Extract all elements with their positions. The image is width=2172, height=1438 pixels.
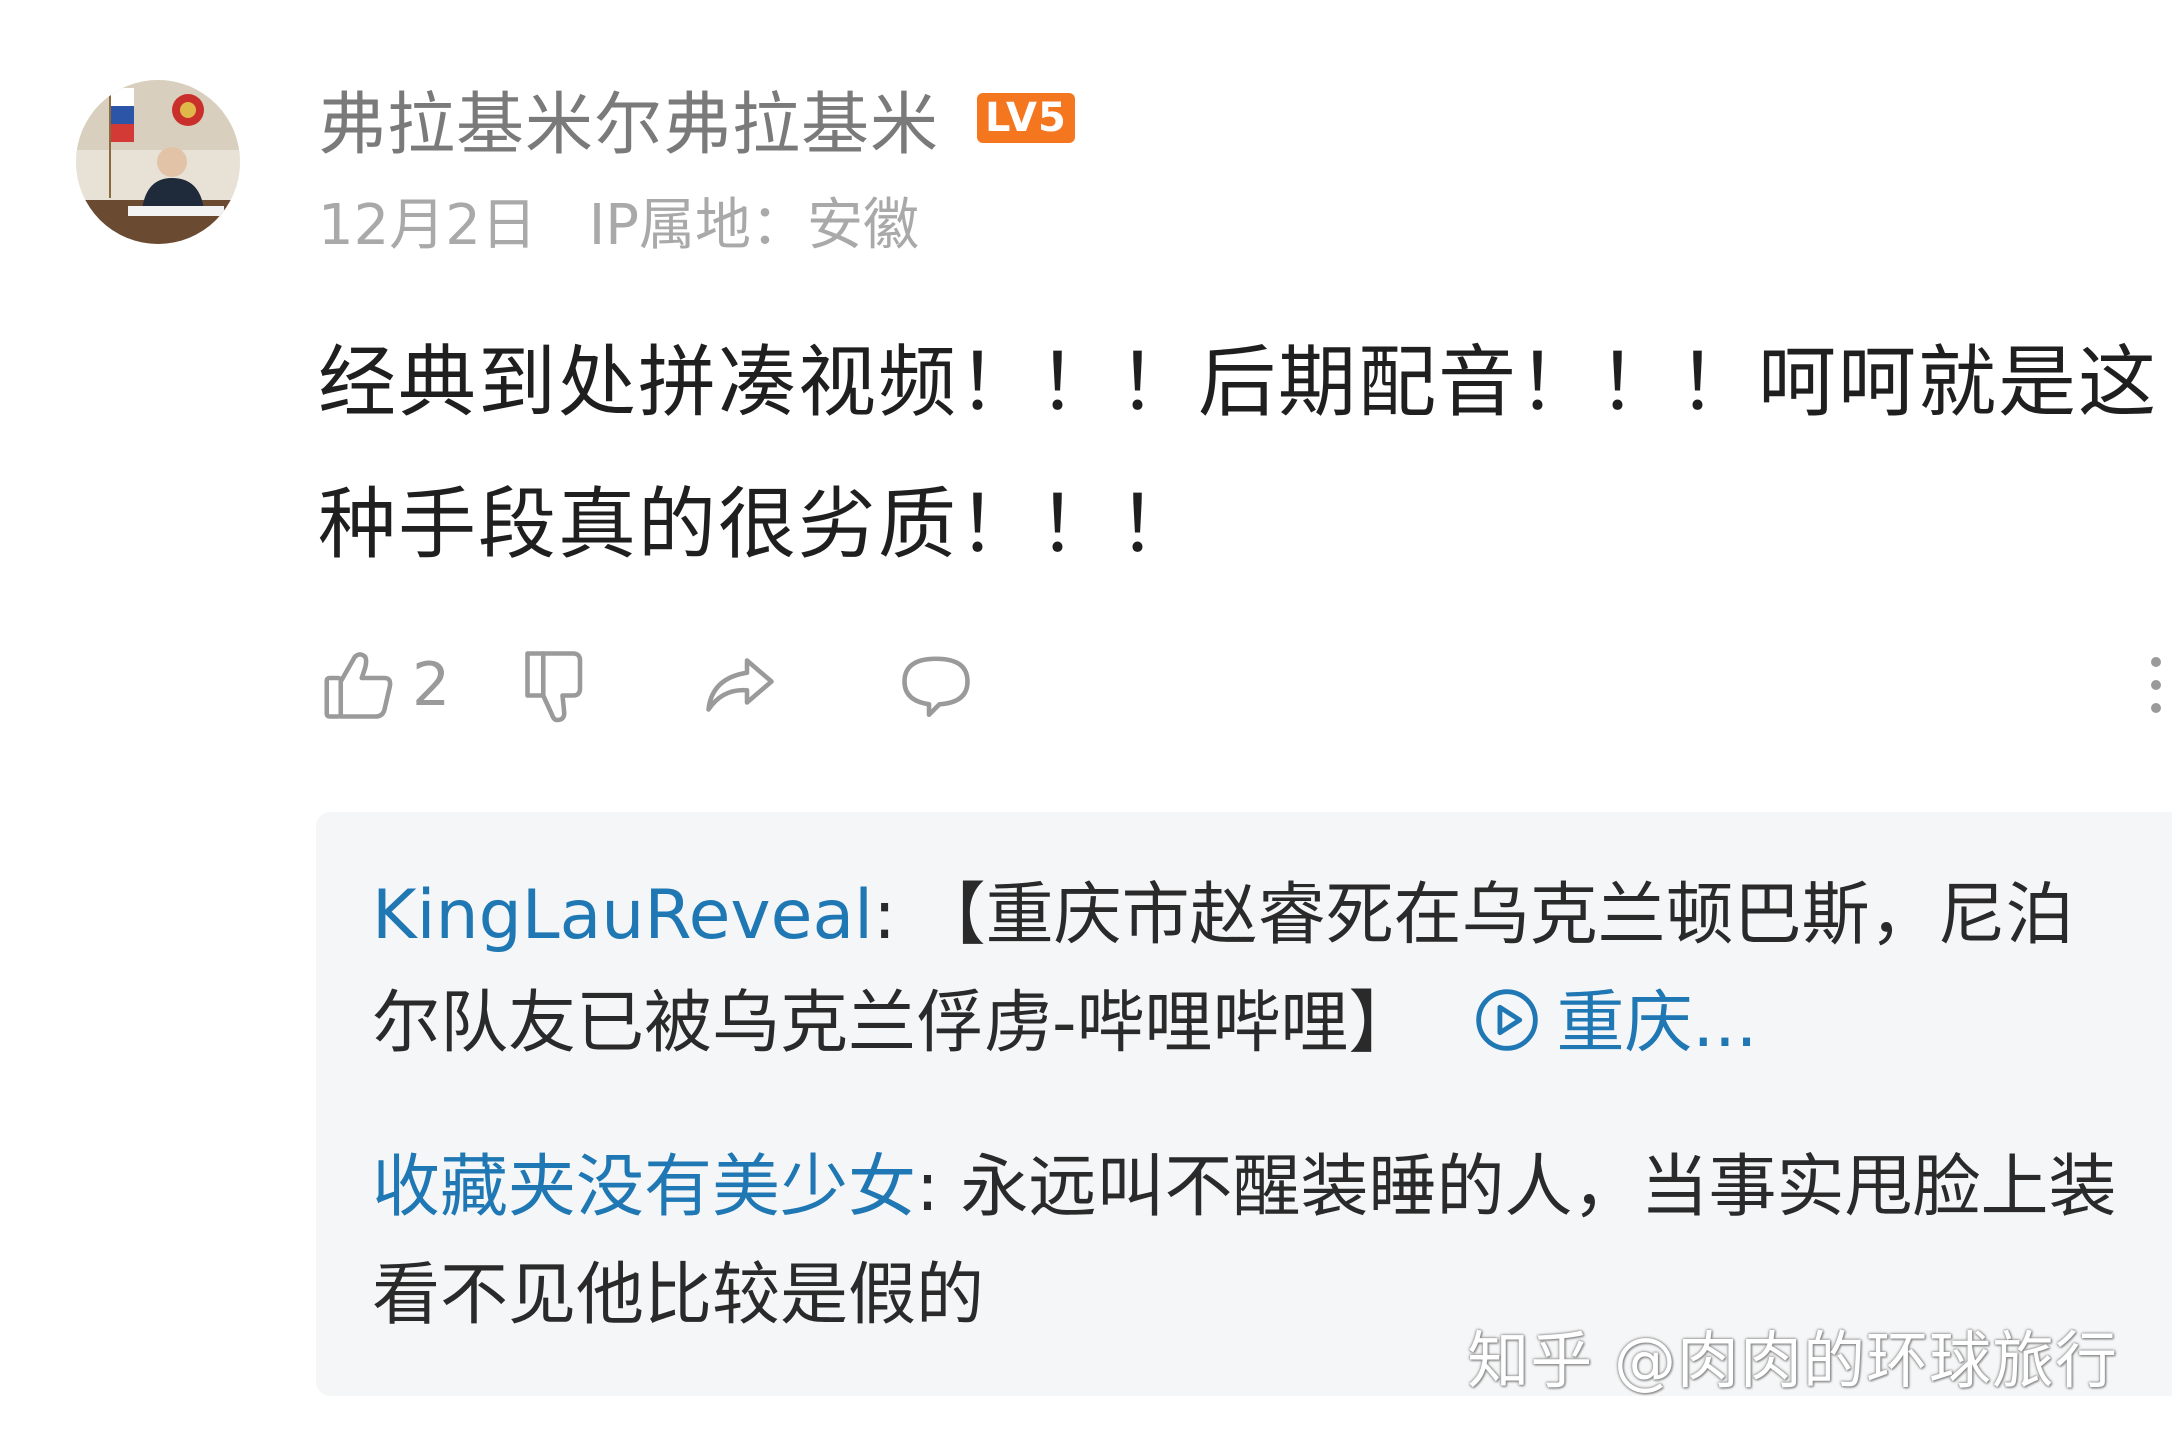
- like-button[interactable]: 2: [318, 640, 450, 730]
- reply-button[interactable]: [894, 640, 978, 730]
- comment-meta: 12月2日 IP属地：安徽: [318, 180, 919, 261]
- reply-username[interactable]: KingLauReveal: [372, 876, 873, 955]
- video-link[interactable]: 重庆...: [1417, 984, 1758, 1063]
- comment-body: 经典到处拼凑视频！！！后期配音！！！呵呵就是这种手段真的很劣质！！！: [318, 338, 2159, 570]
- reply-separator: :: [873, 876, 918, 955]
- thumbs-down-icon: [525, 651, 583, 723]
- comment-header: 弗拉基米尔弗拉基米 LV5: [318, 76, 1075, 165]
- like-count: 2: [412, 650, 451, 720]
- author-name[interactable]: 弗拉基米尔弗拉基米: [318, 69, 939, 168]
- share-icon: [706, 658, 774, 712]
- level-badge: LV5: [977, 93, 1075, 143]
- dislike-button[interactable]: [510, 640, 594, 730]
- reply-separator: :: [916, 1148, 961, 1227]
- more-button[interactable]: [2132, 640, 2172, 730]
- play-circle-icon: [1475, 989, 1538, 1051]
- reply-preview-box[interactable]: KingLauReveal: 【重庆市赵睿死在乌克兰顿巴斯，尼泊尔队友已被乌克兰…: [316, 812, 2172, 1396]
- ip-location: IP属地：安徽: [588, 193, 919, 258]
- user-avatar[interactable]: [76, 80, 240, 244]
- video-link-text: 重庆...: [1556, 984, 1758, 1063]
- reply-item[interactable]: KingLauReveal: 【重庆市赵睿死在乌克兰顿巴斯，尼泊尔队友已被乌克兰…: [372, 862, 2132, 1078]
- thumbs-up-icon: [324, 652, 393, 719]
- comment-actions: 2: [318, 640, 2172, 730]
- avatar-image: [76, 80, 240, 244]
- watermark: 知乎 @肉肉的环球旅行: [1467, 1324, 2118, 1397]
- share-button[interactable]: [698, 640, 782, 730]
- reply-username[interactable]: 收藏夹没有美少女: [372, 1148, 916, 1227]
- comment-date: 12月2日: [318, 193, 537, 258]
- comment-bubble-icon: [902, 656, 970, 718]
- more-vertical-icon: [2151, 657, 2161, 713]
